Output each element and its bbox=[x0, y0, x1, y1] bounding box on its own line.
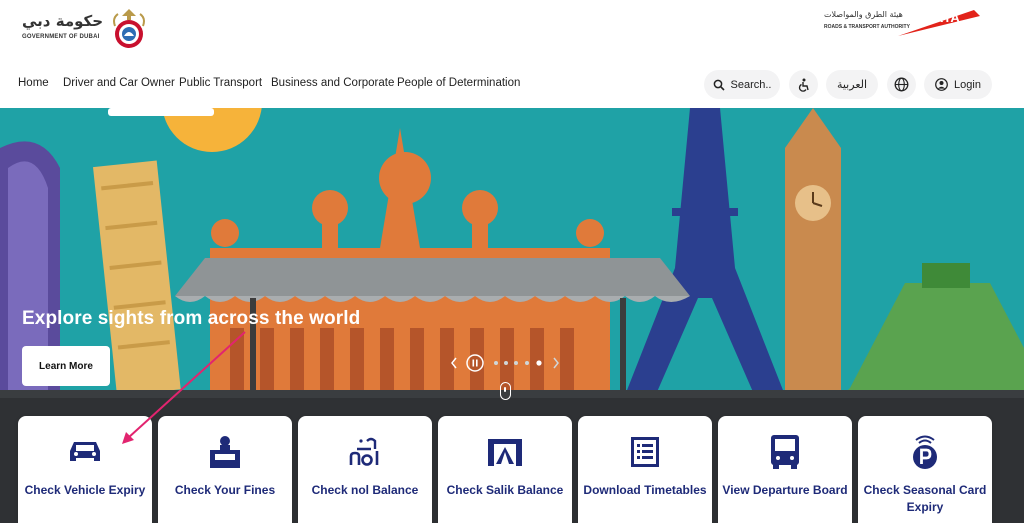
nav-business-and-corporate[interactable]: Business and Corporate bbox=[271, 77, 394, 89]
service-card-view-departure-board[interactable]: View Departure Board bbox=[718, 416, 852, 523]
carousel-controls bbox=[451, 354, 559, 372]
service-card-check-salik-balance[interactable]: Check Salik Balance bbox=[438, 416, 572, 523]
salik-gate-icon bbox=[485, 432, 525, 472]
service-card-download-timetables[interactable]: Download Timetables bbox=[578, 416, 712, 523]
car-icon bbox=[65, 432, 105, 472]
user-icon bbox=[935, 78, 948, 91]
nav-home[interactable]: Home bbox=[18, 77, 49, 89]
nol-icon bbox=[345, 432, 385, 472]
scroll-indicator-icon bbox=[500, 382, 511, 400]
service-card-check-your-fines[interactable]: Check Your Fines bbox=[158, 416, 292, 523]
service-label: Check nol Balance bbox=[311, 483, 419, 497]
rta-mark-text: RTA bbox=[934, 10, 960, 25]
bus-icon bbox=[765, 432, 805, 472]
globe-icon bbox=[894, 77, 909, 92]
service-card-check-seasonal-card-expiry[interactable]: Check Seasonal Card Expiry bbox=[858, 416, 992, 523]
government-of-dubai-logo[interactable]: حكومة دبي GOVERNMENT OF DUBAI bbox=[22, 4, 147, 54]
rta-logo-arabic-text: هيئة الطرق والمواصلات bbox=[824, 10, 903, 19]
rta-swoosh-icon: RTA bbox=[898, 10, 980, 36]
carousel-dot[interactable] bbox=[504, 361, 508, 365]
nav-people-of-determination[interactable]: People of Determination bbox=[397, 77, 520, 89]
rta-logo[interactable]: هيئة الطرق والمواصلات ROADS & TRANSPORT … bbox=[822, 6, 982, 40]
learn-more-button[interactable]: Learn More bbox=[22, 346, 110, 386]
carousel-dot[interactable] bbox=[494, 361, 498, 365]
timetable-icon bbox=[625, 432, 665, 472]
service-label: View Departure Board bbox=[722, 483, 848, 497]
accessibility-icon bbox=[798, 78, 809, 92]
carousel-dot[interactable] bbox=[514, 361, 518, 365]
nav-public-transport[interactable]: Public Transport bbox=[179, 77, 262, 89]
service-card-check-nol-balance[interactable]: Check nol Balance bbox=[298, 416, 432, 523]
top-bar: حكومة دبي GOVERNMENT OF DUBAI هيئة الطرق… bbox=[0, 0, 1024, 60]
fine-ticket-icon bbox=[205, 432, 245, 472]
dubai-emblem-icon bbox=[113, 9, 145, 48]
service-label: Check Salik Balance bbox=[446, 483, 564, 497]
carousel-prev-icon[interactable] bbox=[451, 357, 457, 369]
main-navigation: Home Driver and Car Owner Public Transpo… bbox=[0, 60, 1024, 108]
quick-services: Check Vehicle Expiry Check Your Fines Ch… bbox=[0, 416, 1024, 523]
login-label: Login bbox=[954, 78, 981, 91]
search-button[interactable]: Search.. bbox=[704, 70, 780, 99]
service-card-check-vehicle-expiry[interactable]: Check Vehicle Expiry bbox=[18, 416, 152, 523]
login-button[interactable]: Login bbox=[924, 70, 992, 99]
service-label: Check Your Fines bbox=[174, 483, 276, 497]
service-label: Check Seasonal Card Expiry bbox=[863, 483, 987, 514]
search-label: Search.. bbox=[730, 78, 772, 91]
search-icon bbox=[713, 79, 725, 91]
carousel-next-icon[interactable] bbox=[553, 357, 559, 369]
accessibility-button[interactable] bbox=[789, 70, 818, 99]
gov-logo-arabic-text: حكومة دبي bbox=[22, 12, 104, 30]
arabic-language-button[interactable]: العربية bbox=[826, 70, 878, 99]
carousel-dot-active[interactable] bbox=[536, 360, 542, 366]
globe-button[interactable] bbox=[887, 70, 916, 99]
gov-logo-english-text: GOVERNMENT OF DUBAI bbox=[22, 34, 100, 40]
carousel-dot[interactable] bbox=[525, 361, 529, 365]
parking-card-icon bbox=[905, 432, 945, 472]
service-label: Check Vehicle Expiry bbox=[24, 483, 146, 497]
service-label: Download Timetables bbox=[583, 483, 707, 497]
hero-title: Explore sights from across the world bbox=[22, 308, 361, 329]
nav-driver-and-car-owner[interactable]: Driver and Car Owner bbox=[63, 77, 175, 89]
carousel-pause-icon[interactable] bbox=[466, 354, 484, 372]
